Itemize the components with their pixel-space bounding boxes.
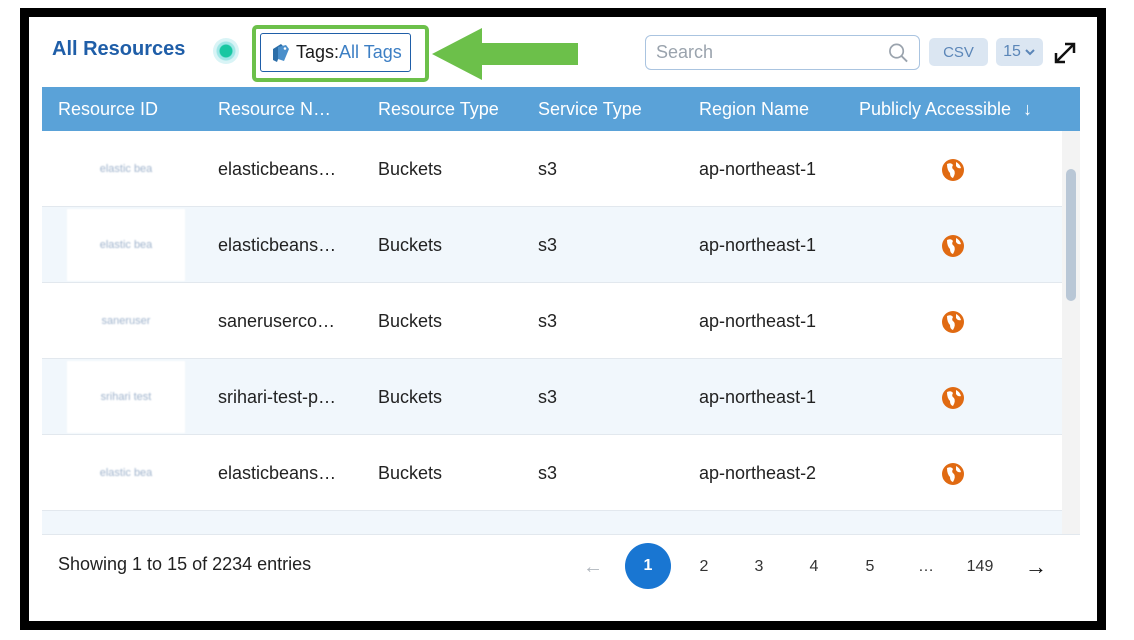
entries-count: Showing 1 to 15 of 2234 entries bbox=[58, 554, 312, 574]
column-header-resource-type[interactable]: Resource Type bbox=[378, 87, 499, 131]
globe-icon bbox=[942, 235, 964, 257]
region-cell: ap-northeast-1 bbox=[699, 235, 817, 255]
prev-page-button[interactable]: ← bbox=[578, 545, 608, 589]
page-size-select[interactable]: 15 bbox=[996, 38, 1043, 66]
expand-icon[interactable] bbox=[1052, 40, 1078, 66]
table-row[interactable] bbox=[42, 511, 1062, 534]
resource-type-cell: Buckets bbox=[378, 159, 443, 179]
region-cell: ap-northeast-2 bbox=[699, 463, 817, 483]
service-type-cell: s3 bbox=[538, 235, 558, 255]
resource-name-cell: elasticbeans… bbox=[218, 463, 337, 483]
csv-export-button[interactable]: CSV bbox=[929, 38, 988, 66]
column-header-service-type[interactable]: Service Type bbox=[538, 87, 642, 131]
resource-id-cell: elastic bea bbox=[67, 133, 185, 205]
tags-label: Tags: bbox=[296, 42, 340, 62]
resource-name-cell: elasticbeans… bbox=[218, 159, 337, 179]
service-type-cell: s3 bbox=[538, 387, 558, 407]
page-button-149[interactable]: 149 bbox=[960, 545, 1000, 589]
service-type-cell: s3 bbox=[538, 463, 558, 483]
resource-name-cell: saneruserco… bbox=[218, 311, 336, 331]
search-icon[interactable] bbox=[888, 42, 909, 64]
page-button-5[interactable]: 5 bbox=[856, 545, 884, 589]
resource-type-cell: Buckets bbox=[378, 463, 443, 483]
page-button-1[interactable]: 1 bbox=[625, 543, 671, 589]
region-cell: ap-northeast-1 bbox=[699, 387, 817, 407]
resource-name-cell: elasticbeans… bbox=[218, 235, 337, 255]
column-header-resource-id[interactable]: Resource ID bbox=[58, 87, 158, 131]
resource-id-cell: elastic bea bbox=[67, 437, 185, 509]
table-row[interactable]: srihari test srihari-test-p… Buckets s3 … bbox=[42, 359, 1062, 435]
service-type-cell: s3 bbox=[538, 159, 558, 179]
resource-type-cell: Buckets bbox=[378, 235, 443, 255]
column-header-publicly-accessible[interactable]: Publicly Accessible ↓ bbox=[859, 87, 1032, 131]
chevron-down-icon bbox=[1025, 49, 1035, 56]
page-ellipsis: … bbox=[918, 558, 934, 575]
vertical-scrollbar[interactable] bbox=[1062, 131, 1080, 534]
search-box[interactable] bbox=[645, 35, 920, 70]
globe-icon bbox=[942, 387, 964, 409]
table-row[interactable]: saneruser saneruserco… Buckets s3 ap-nor… bbox=[42, 283, 1062, 359]
annotation-arrow-icon bbox=[432, 28, 578, 80]
globe-icon bbox=[942, 159, 964, 181]
resource-id-cell: srihari test bbox=[67, 361, 185, 433]
resource-name-cell: srihari-test-p… bbox=[218, 387, 337, 407]
page-title: All Resources bbox=[52, 38, 186, 60]
page-size-value: 15 bbox=[1003, 43, 1021, 60]
globe-icon bbox=[942, 463, 964, 485]
table-row[interactable]: elastic bea elasticbeans… Buckets s3 ap-… bbox=[42, 435, 1062, 511]
next-page-button[interactable]: → bbox=[1021, 545, 1051, 589]
table-row[interactable]: elastic bea elasticbeans… Buckets s3 ap-… bbox=[42, 207, 1062, 283]
tag-icon bbox=[273, 43, 289, 62]
resource-type-cell: Buckets bbox=[378, 387, 443, 407]
tags-value: All Tags bbox=[339, 42, 402, 62]
table-body: elastic bea elasticbeans… Buckets s3 ap-… bbox=[42, 131, 1062, 534]
resource-id-cell: saneruser bbox=[67, 285, 185, 357]
resource-id-cell: elastic bea bbox=[67, 209, 185, 281]
region-cell: ap-northeast-1 bbox=[699, 311, 817, 331]
page-button-2[interactable]: 2 bbox=[690, 545, 718, 589]
table-header: Resource ID Resource N… Resource Type Se… bbox=[42, 87, 1080, 131]
page-button-3[interactable]: 3 bbox=[745, 545, 773, 589]
resource-type-cell: Buckets bbox=[378, 311, 443, 331]
column-header-region-name[interactable]: Region Name bbox=[699, 87, 809, 131]
footer-divider bbox=[42, 534, 1080, 535]
page-button-4[interactable]: 4 bbox=[800, 545, 828, 589]
region-cell: ap-northeast-1 bbox=[699, 159, 817, 179]
arrow-down-icon[interactable]: ↓ bbox=[1023, 87, 1032, 131]
scrollbar-thumb[interactable] bbox=[1066, 169, 1076, 301]
service-type-cell: s3 bbox=[538, 311, 558, 331]
search-input[interactable] bbox=[656, 42, 888, 63]
table-row[interactable]: elastic bea elasticbeans… Buckets s3 ap-… bbox=[42, 131, 1062, 207]
tags-filter-button[interactable]: Tags: All Tags bbox=[260, 33, 411, 72]
status-indicator-icon bbox=[213, 38, 239, 64]
column-header-publicly-accessible-label: Publicly Accessible bbox=[859, 99, 1012, 119]
globe-icon bbox=[942, 311, 964, 333]
column-header-resource-name[interactable]: Resource N… bbox=[218, 87, 331, 131]
